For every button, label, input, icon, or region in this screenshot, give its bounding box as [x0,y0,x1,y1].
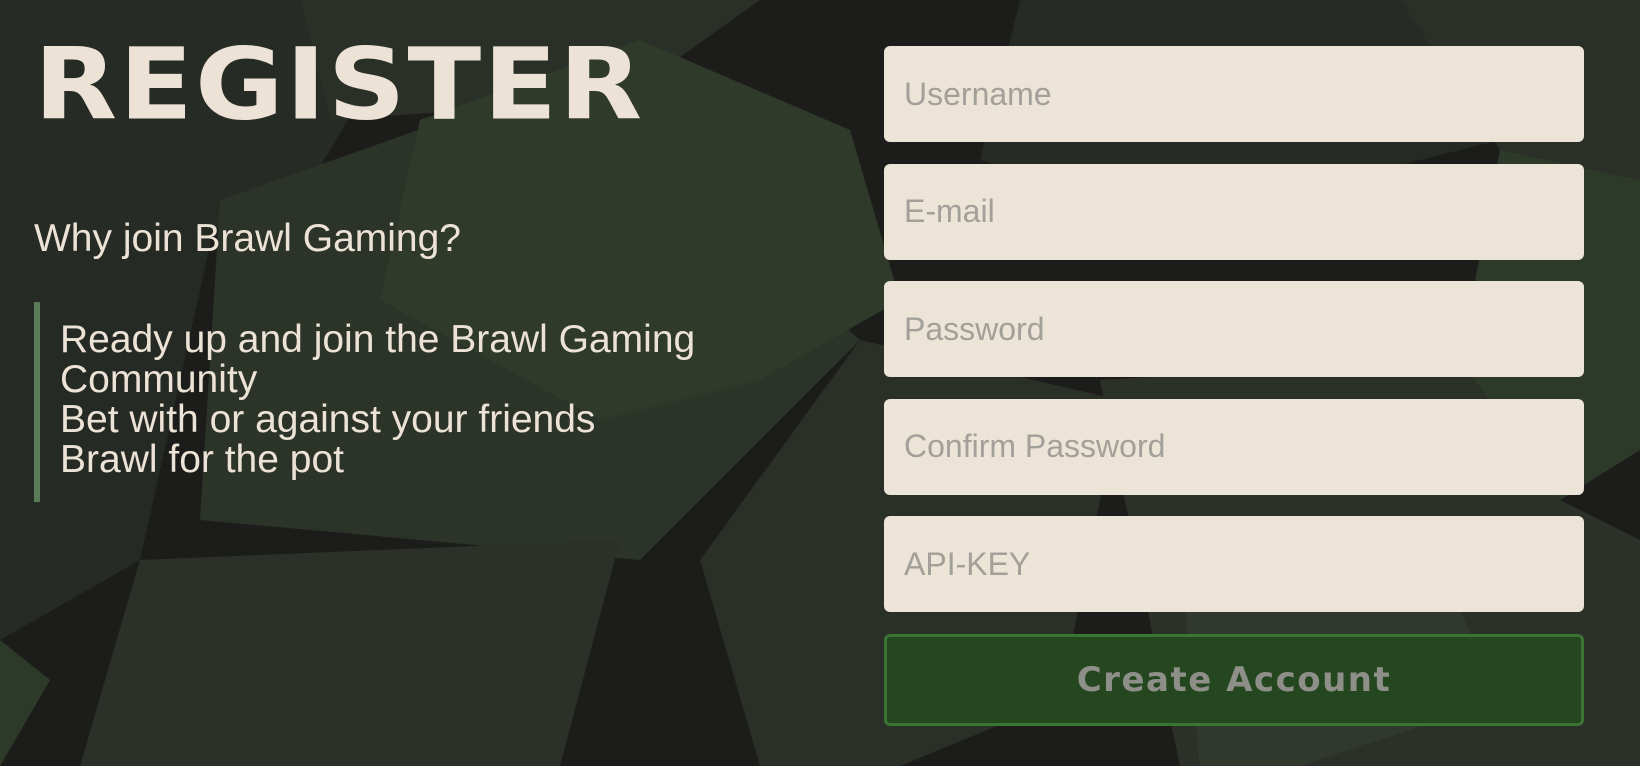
register-form: Create Account [884,46,1584,726]
features-quote: Ready up and join the Brawl Gaming Commu… [34,302,724,502]
password-input[interactable] [884,281,1584,377]
username-input[interactable] [884,46,1584,142]
create-account-button[interactable]: Create Account [884,633,1584,726]
page-title: REGISTER [34,27,645,143]
api-key-input[interactable] [884,516,1584,612]
feature-betting: Bet with or against your friends [60,398,596,441]
intro-panel: REGISTER Why join Brawl Gaming? Ready up… [0,0,860,766]
confirm-password-input[interactable] [884,398,1584,495]
why-join-heading: Why join Brawl Gaming? [34,217,461,260]
feature-community: Ready up and join the Brawl Gaming Commu… [60,318,696,401]
email-input[interactable] [884,163,1584,260]
feature-pot: Brawl for the pot [60,438,344,481]
